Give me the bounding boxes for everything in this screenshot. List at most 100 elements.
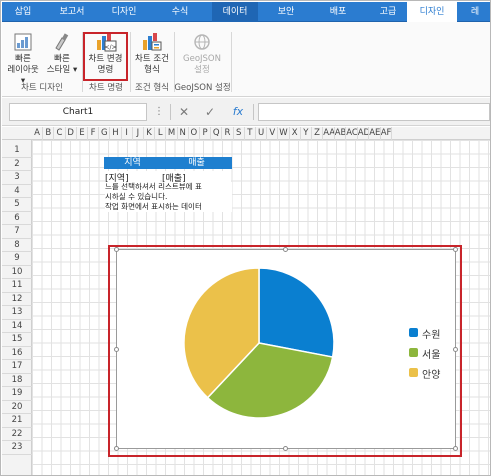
- geojson-label-2: 설정: [194, 65, 210, 75]
- globe-gear-icon: [194, 34, 210, 50]
- ribbon-tab[interactable]: 디자인: [102, 2, 146, 22]
- formula-separator: [170, 104, 171, 120]
- note-line-1: 느를 선택하셔서 리스트뷰에 표: [105, 182, 232, 192]
- app-window: 삽입 보고서 디자인 수식 데이터 보안 배포 고급 디자인 레 빠른 레이아웃 ▾ 빠른 스타일…: [0, 0, 491, 476]
- cancel-icon[interactable]: ✕: [174, 103, 194, 121]
- column-header[interactable]: B: [43, 127, 55, 140]
- quick-style-label-1: 빠른: [54, 54, 70, 64]
- row-header[interactable]: 20: [2, 401, 32, 414]
- row-header[interactable]: 11: [2, 279, 32, 293]
- chart-condition-icon: [143, 33, 162, 51]
- column-header[interactable]: A: [32, 127, 44, 140]
- row-header[interactable]: 2: [2, 158, 32, 171]
- row-header[interactable]: 13: [2, 306, 32, 320]
- ribbon-tab[interactable]: 삽입: [4, 2, 42, 22]
- column-header[interactable]: Z: [312, 127, 324, 140]
- column-header[interactable]: I: [122, 127, 133, 140]
- column-header[interactable]: AA: [323, 127, 335, 140]
- chart-condition-label-2: 형식: [144, 65, 160, 75]
- row-header[interactable]: 7: [2, 225, 32, 239]
- column-header[interactable]: AE: [369, 127, 381, 140]
- formula-separator: [253, 104, 254, 120]
- row-header[interactable]: 16: [2, 347, 32, 360]
- row-header[interactable]: 18: [2, 374, 32, 387]
- group-label-condition-format: 조건 형식: [135, 83, 169, 93]
- row-header[interactable]: 12: [2, 293, 32, 306]
- row-header[interactable]: 10: [2, 266, 32, 279]
- brush-icon: [55, 33, 69, 51]
- quick-layout-label-1: 빠른: [15, 54, 31, 64]
- column-header[interactable]: D: [66, 127, 77, 140]
- name-box[interactable]: Chart1: [9, 103, 147, 121]
- column-header[interactable]: C: [54, 127, 66, 140]
- column-header[interactable]: H: [110, 127, 122, 140]
- function-icon[interactable]: fx: [228, 103, 248, 121]
- column-header[interactable]: Y: [301, 127, 312, 140]
- row-header[interactable]: 19: [2, 387, 32, 401]
- row-header[interactable]: 21: [2, 414, 32, 428]
- row-header[interactable]: 14: [2, 320, 32, 333]
- chart-condition-label-1: 차트 조건: [135, 54, 169, 64]
- quick-style-button[interactable]: 빠른 스타일 ▾: [45, 32, 79, 76]
- ribbon-tab[interactable]: 보안: [266, 2, 306, 22]
- group-label-chart-design: 차트 디자인: [21, 83, 63, 93]
- column-header[interactable]: K: [144, 127, 156, 140]
- column-header[interactable]: R: [222, 127, 234, 140]
- ribbon-tab[interactable]: 배포: [318, 2, 358, 22]
- column-header[interactable]: W: [278, 127, 290, 140]
- row-header[interactable]: 17: [2, 360, 32, 374]
- formula-bar: Chart1 ⋮ ✕ ✓ fx: [2, 98, 490, 126]
- chart-highlight: [108, 245, 462, 457]
- note-line-3: 작업 화면에서 표시하는 데이터: [105, 202, 232, 212]
- layout-icon: [14, 33, 32, 51]
- row-header[interactable]: 3: [2, 171, 32, 185]
- row-header[interactable]: 15: [2, 333, 32, 347]
- column-header[interactable]: G: [99, 127, 111, 140]
- column-header[interactable]: Q: [211, 127, 223, 140]
- row-header[interactable]: 6: [2, 212, 32, 225]
- row-header[interactable]: 4: [2, 185, 32, 198]
- group-label-chart-command: 차트 명령: [89, 83, 123, 93]
- row-header[interactable]: 8: [2, 239, 32, 252]
- formula-input[interactable]: [258, 103, 490, 121]
- column-header[interactable]: P: [200, 127, 212, 140]
- column-header[interactable]: N: [178, 127, 189, 140]
- row-header[interactable]: 9: [2, 252, 32, 266]
- confirm-icon[interactable]: ✓: [200, 103, 220, 121]
- more-options-icon[interactable]: ⋮: [149, 103, 169, 121]
- column-header[interactable]: AB: [335, 127, 347, 140]
- column-header[interactable]: U: [256, 127, 268, 140]
- chart-condition-format-button[interactable]: 차트 조건 형식: [132, 32, 172, 76]
- column-header[interactable]: X: [290, 127, 301, 140]
- column-header[interactable]: L: [155, 127, 167, 140]
- ribbon-tab[interactable]: 데이터: [212, 2, 258, 22]
- ribbon-tab[interactable]: 디자인: [407, 2, 457, 23]
- column-header[interactable]: F: [88, 127, 100, 140]
- ribbon-tab[interactable]: 보고서: [50, 2, 94, 22]
- ribbon-tab[interactable]: 수식: [160, 2, 200, 22]
- column-header[interactable]: M: [166, 127, 178, 140]
- row-header[interactable]: 22: [2, 428, 32, 441]
- ribbon-tab[interactable]: 고급: [371, 2, 405, 22]
- column-header[interactable]: J: [133, 127, 144, 140]
- column-header[interactable]: E: [77, 127, 88, 140]
- note-line-2: 시하실 수 있습니다.: [105, 192, 232, 202]
- column-header[interactable]: V: [267, 127, 279, 140]
- row-header[interactable]: 1: [2, 144, 32, 158]
- quick-layout-button[interactable]: 빠른 레이아웃 ▾: [5, 32, 41, 87]
- row-header[interactable]: 23: [2, 441, 32, 455]
- table-header-sales: 매출: [161, 157, 232, 169]
- ribbon-tab[interactable]: 레: [460, 2, 490, 22]
- column-header[interactable]: AF: [381, 127, 393, 140]
- row-header[interactable]: 5: [2, 198, 32, 212]
- ribbon-separator: [231, 32, 232, 92]
- column-header[interactable]: S: [234, 127, 245, 140]
- ribbon-tab-bar: 삽입 보고서 디자인 수식 데이터 보안 배포 고급 디자인 레: [2, 2, 490, 23]
- chart-change-highlight: [83, 32, 128, 81]
- column-header[interactable]: T: [245, 127, 256, 140]
- column-header[interactable]: AC: [346, 127, 358, 140]
- column-header[interactable]: O: [189, 127, 200, 140]
- column-header-bar: A B C D E F G H I J K L M N O P Q R S T U V W X Y Z AA AB AC AD AE AF: [2, 127, 490, 140]
- geojson-setting-button[interactable]: GeoJSON 설정: [178, 32, 226, 76]
- column-header[interactable]: AD: [358, 127, 370, 140]
